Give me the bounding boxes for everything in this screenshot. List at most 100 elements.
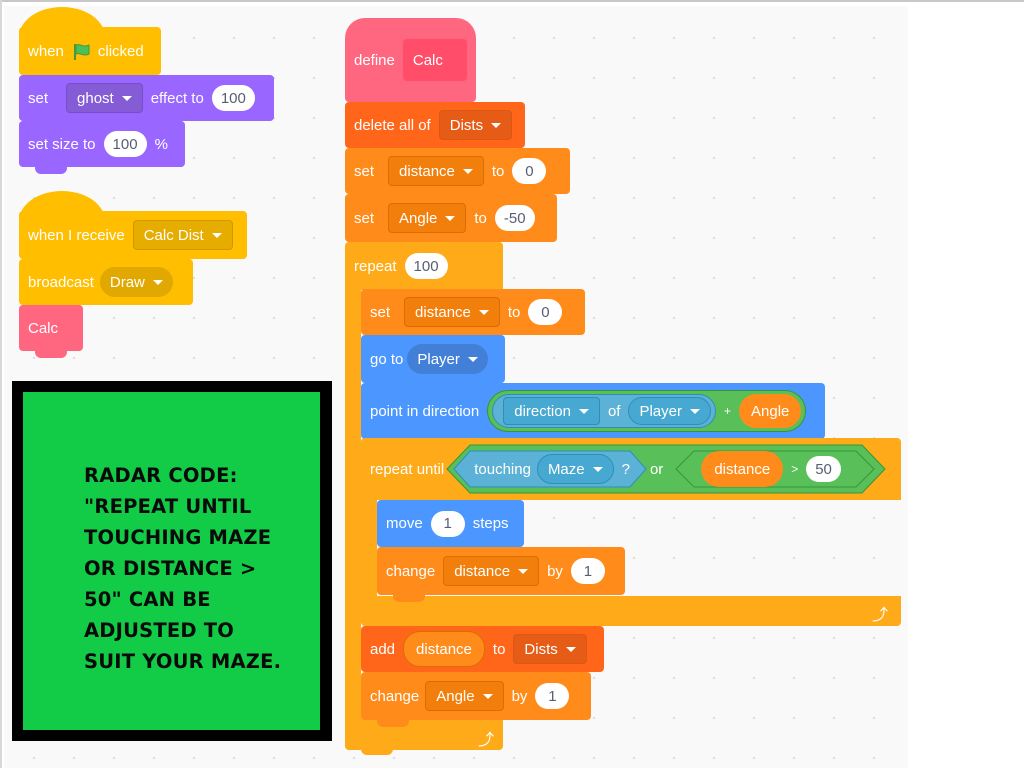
loop-arrow-icon: ⤴ — [872, 607, 889, 624]
question-mark-label: ? — [621, 460, 630, 478]
distance-reporter[interactable]: distance — [403, 631, 485, 667]
go-to-target-value: Player — [417, 350, 460, 368]
point-in-direction-block[interactable]: point in direction direction of Player +… — [361, 383, 825, 446]
broadcast-block[interactable]: broadcast Draw — [19, 259, 193, 312]
change-distance-block[interactable]: change distance by 1 — [377, 547, 625, 602]
set-label: set — [354, 209, 375, 227]
variable-dropdown[interactable]: distance — [404, 297, 500, 327]
list-dropdown[interactable]: Dists — [438, 110, 513, 140]
note-line: 50" CAN BE — [84, 588, 211, 611]
change-value-input[interactable]: 1 — [570, 558, 605, 584]
move-steps-block[interactable]: move 1 steps — [377, 500, 524, 554]
size-value-input[interactable]: 100 — [103, 131, 147, 157]
chevron-down-icon — [491, 122, 502, 128]
broadcast-message-dropdown[interactable]: Draw — [99, 267, 173, 297]
note-line: ADJUSTED TO — [84, 619, 235, 642]
or-operator[interactable]: touching Maze ? or distance > 50 — [446, 444, 886, 494]
go-to-block[interactable]: go to Player — [361, 335, 505, 390]
angle-reporter[interactable]: Angle — [739, 394, 802, 428]
message-dropdown[interactable]: Calc Dist — [132, 220, 233, 250]
calc-prototype[interactable]: Calc — [402, 39, 467, 81]
set-size-block[interactable]: set size to 100 % — [19, 121, 185, 174]
variable-dropdown[interactable]: Angle — [388, 203, 467, 233]
list-dropdown[interactable]: Dists — [513, 634, 587, 664]
set-distance-block[interactable]: set distance to 0 — [345, 148, 570, 201]
chevron-down-icon — [152, 279, 163, 285]
repeat-block-spine — [345, 288, 361, 712]
variable-dropdown[interactable]: distance — [388, 156, 484, 186]
effect-value-input[interactable]: 100 — [211, 85, 255, 111]
variable-dropdown[interactable]: Angle — [425, 681, 504, 711]
chevron-down-icon — [518, 568, 529, 574]
delete-all-block[interactable]: delete all of Dists — [345, 102, 525, 155]
add-to-list-block[interactable]: add distance to Dists — [361, 626, 604, 679]
clicked-label: clicked — [97, 42, 144, 60]
set-label: set — [370, 303, 391, 321]
chevron-down-icon — [121, 95, 132, 101]
touching-label: touching — [474, 460, 531, 478]
distance-reporter[interactable]: distance — [701, 451, 784, 487]
set-angle-block[interactable]: set Angle to -50 — [345, 194, 557, 249]
to-label: to — [474, 209, 487, 227]
when-i-receive-block[interactable]: when I receive Calc Dist — [19, 191, 247, 259]
green-flag-icon — [72, 42, 90, 60]
effect-dropdown[interactable]: ghost — [66, 83, 143, 113]
steps-value-input[interactable]: 1 — [430, 510, 465, 537]
go-to-label: go to — [370, 350, 404, 368]
go-to-target-dropdown[interactable]: Player — [407, 344, 488, 374]
change-angle-block[interactable]: change Angle by 1 — [361, 672, 591, 727]
or-label: or — [649, 460, 664, 478]
change-label: change — [370, 687, 420, 705]
sprite-dropdown[interactable]: Player — [628, 397, 711, 425]
touching-object-dropdown[interactable]: Maze — [536, 454, 614, 484]
add-label: add — [370, 640, 396, 658]
broadcast-message-value: Draw — [109, 273, 145, 291]
plus-label: + — [723, 404, 731, 418]
angle-change-value-input[interactable]: 1 — [535, 683, 570, 709]
distance-value-input[interactable]: 0 — [528, 299, 563, 325]
message-value: Calc Dist — [143, 226, 204, 244]
chevron-down-icon — [478, 309, 489, 315]
attribute-value: direction — [514, 402, 571, 420]
delete-all-label: delete all of — [354, 116, 431, 134]
attribute-dropdown[interactable]: direction — [503, 397, 600, 425]
angle-value-input[interactable]: -50 — [494, 205, 535, 231]
note-line: SUIT YOUR MAZE. — [84, 650, 282, 673]
percent-label: % — [154, 135, 168, 153]
repeat-count-input[interactable]: 100 — [404, 253, 448, 279]
when-i-receive-label: when I receive — [28, 226, 125, 244]
chevron-down-icon — [592, 466, 603, 472]
define-calc-block[interactable]: define Calc — [345, 18, 476, 102]
loop-arrow-icon: ⤴ — [478, 732, 495, 749]
note-line: "REPEAT UNTIL — [84, 495, 252, 518]
variable-value: distance — [454, 562, 511, 580]
add-operator-reporter[interactable]: direction of Player + Angle — [487, 390, 807, 432]
variable-value: distance — [399, 162, 455, 180]
to-label: to — [492, 640, 506, 658]
set-effect-block[interactable]: set ghost effect to 100 — [19, 75, 274, 128]
inner-set-distance-block[interactable]: set distance to 0 — [361, 289, 585, 342]
threshold-value-input[interactable]: 50 — [806, 456, 841, 482]
touching-object-value: Maze — [547, 460, 585, 478]
calc-call-label: Calc — [28, 319, 59, 337]
note-line: RADAR CODE: — [84, 464, 238, 487]
note-line: OR DISTANCE > — [84, 557, 257, 580]
repeat-until-foot — [361, 596, 901, 626]
chevron-down-icon — [462, 168, 473, 174]
calc-call-block[interactable]: Calc — [19, 305, 83, 358]
set-label: set — [354, 162, 375, 180]
note-panel: RADAR CODE: "REPEAT UNTIL TOUCHING MAZE … — [23, 392, 320, 730]
variable-dropdown[interactable]: distance — [443, 556, 540, 586]
chevron-down-icon — [565, 646, 576, 652]
of-label: of — [607, 402, 621, 420]
distance-value-input[interactable]: 0 — [512, 158, 547, 184]
by-label: by — [547, 562, 563, 580]
of-reporter[interactable]: direction of Player — [492, 394, 716, 428]
radar-code-note: RADAR CODE: "REPEAT UNTIL TOUCHING MAZE … — [12, 381, 332, 741]
set-label: set — [28, 89, 49, 107]
when-flag-clicked-block[interactable]: when clicked — [19, 7, 161, 75]
chevron-down-icon — [211, 232, 222, 238]
move-label: move — [386, 515, 423, 532]
to-label: to — [491, 162, 505, 180]
left-border — [0, 0, 2, 768]
